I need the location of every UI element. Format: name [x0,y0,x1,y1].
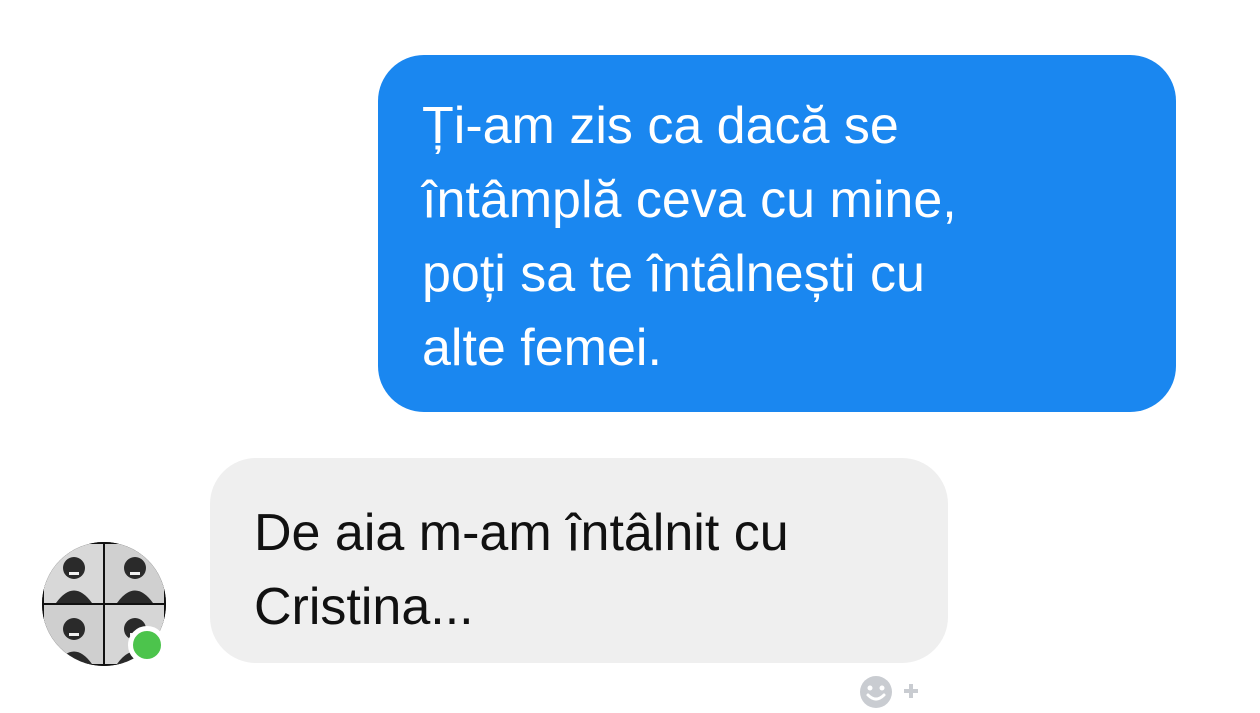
add-reaction-button[interactable] [856,672,936,708]
incoming-message-text: De aia m-am întâlnit cu Cristina... [254,504,789,636]
chat-thread: Ți-am zis ca dacă se întâmplă ceva cu mi… [0,0,1260,709]
smiley-add-reaction-icon [860,676,918,708]
online-status-indicator [128,626,166,664]
outgoing-message-bubble[interactable]: Ți-am zis ca dacă se întâmplă ceva cu mi… [378,55,1176,412]
outgoing-message-text: Ți-am zis ca dacă se întâmplă ceva cu mi… [422,97,957,377]
incoming-message-bubble[interactable]: De aia m-am întâlnit cu Cristina... [210,458,948,663]
